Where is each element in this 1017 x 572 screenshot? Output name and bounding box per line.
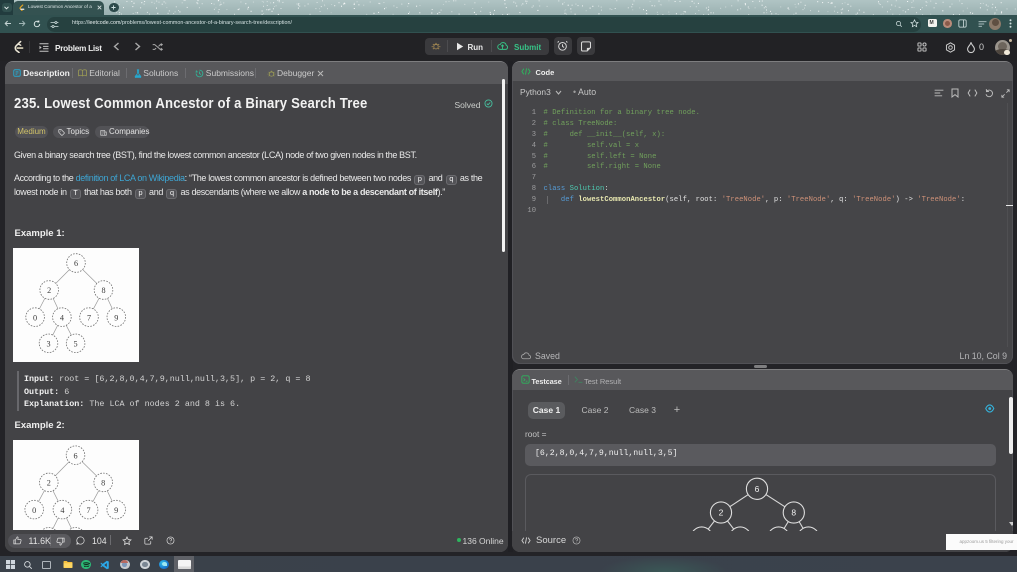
svg-text:9: 9 [114,506,118,515]
svg-text:7: 7 [87,313,91,322]
svg-text:4: 4 [60,313,64,322]
svg-text:9: 9 [114,313,118,322]
svg-text:8: 8 [791,507,796,517]
svg-text:6: 6 [74,259,78,268]
svg-text:2: 2 [47,286,51,295]
svg-text:2: 2 [719,507,724,517]
svg-text:4: 4 [60,506,64,515]
svg-text:0: 0 [32,506,36,515]
svg-text:0: 0 [33,313,37,322]
svg-text:2: 2 [47,479,51,488]
svg-text:6: 6 [73,451,77,460]
svg-text:6: 6 [755,483,760,493]
svg-text:8: 8 [101,479,105,488]
svg-text:7: 7 [87,506,91,515]
svg-text:3: 3 [46,340,50,349]
svg-text:8: 8 [101,286,105,295]
svg-text:5: 5 [74,340,78,349]
